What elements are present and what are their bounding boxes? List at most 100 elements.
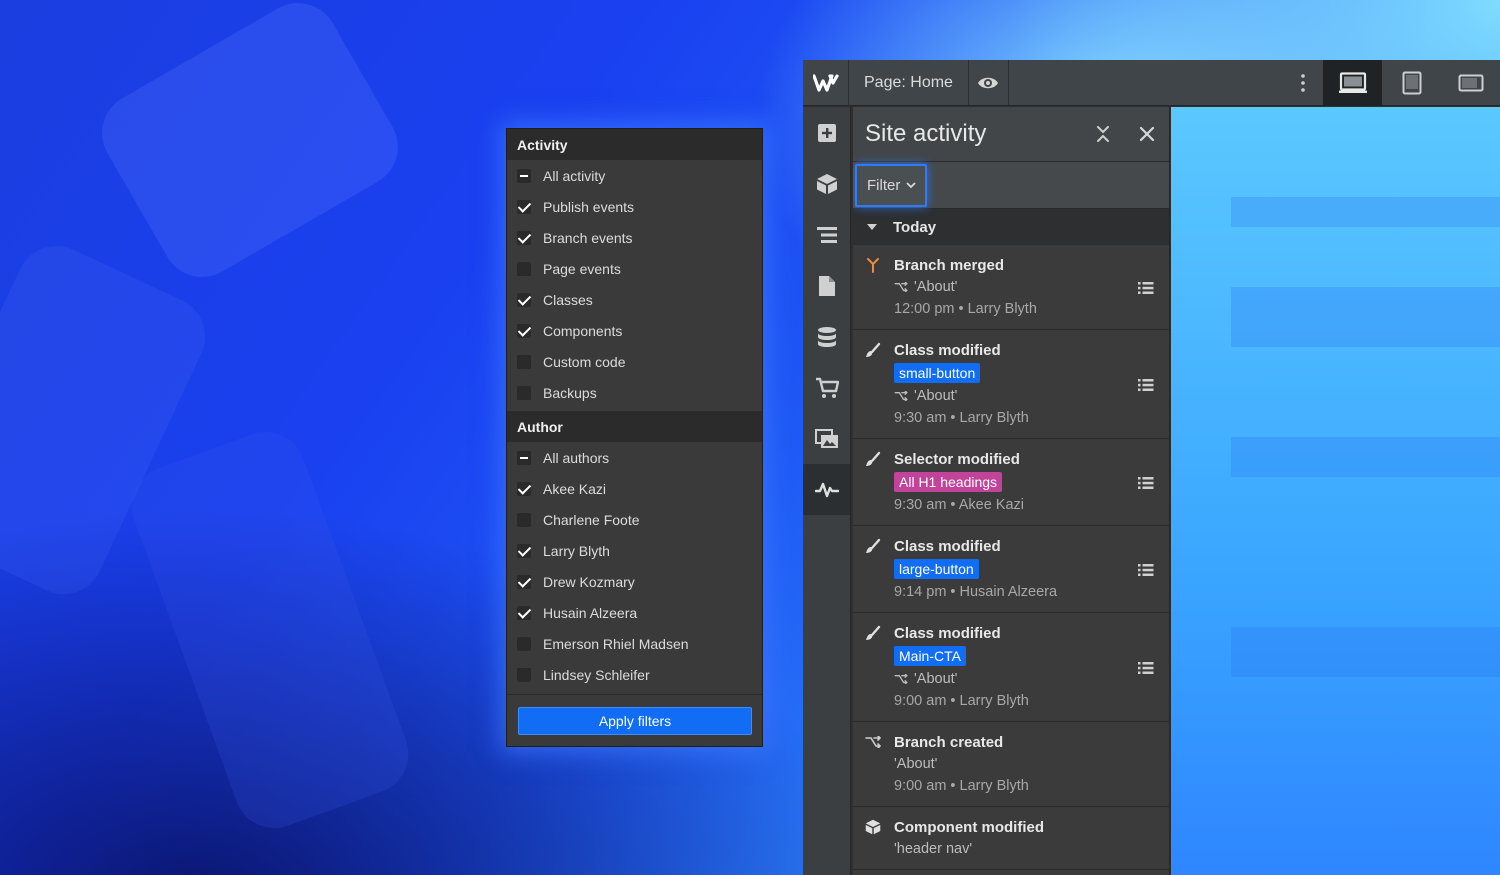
activity-item[interactable]: Class modified small-button 'About' 9:30 am… <box>853 330 1169 439</box>
target-name: 'header nav' <box>894 841 973 857</box>
collapse-icon[interactable] <box>1081 107 1125 162</box>
filter-option-label: Branch events <box>543 229 633 246</box>
brush-icon <box>865 342 881 358</box>
activity-item[interactable]: Branch created 'About' 9:00 am • Larry Bly… <box>853 722 1169 807</box>
branch-icon <box>865 734 881 750</box>
details-list-icon[interactable] <box>1137 660 1155 676</box>
design-canvas[interactable] <box>1171 107 1500 875</box>
page-selector[interactable]: Page: Home <box>849 59 969 106</box>
checkbox-checked[interactable] <box>517 605 531 620</box>
background-shape <box>0 232 219 608</box>
checkbox-indeterminate[interactable] <box>517 168 531 183</box>
activity-filter-option[interactable]: Publish events <box>507 191 762 222</box>
activity-filter-option[interactable]: Classes <box>507 284 762 315</box>
navigator-icon[interactable] <box>803 209 850 260</box>
checkbox-empty[interactable] <box>517 512 531 527</box>
activity-filter-option[interactable]: All activity <box>507 160 762 191</box>
author-section-header: Author <box>507 411 762 442</box>
class-tag[interactable]: All H1 headings <box>894 472 1003 492</box>
checkbox-checked[interactable] <box>517 543 531 558</box>
branch-line: 'About' <box>894 385 1169 407</box>
panel-title: Site activity <box>865 120 987 147</box>
components-icon[interactable] <box>803 158 850 209</box>
checkbox-empty[interactable] <box>517 385 531 400</box>
branch-name: 'About' <box>914 279 958 295</box>
webflow-logo-icon[interactable] <box>803 59 849 106</box>
checkbox-checked[interactable] <box>517 574 531 589</box>
details-list-icon[interactable] <box>1137 475 1155 491</box>
tablet-icon[interactable] <box>1382 60 1441 106</box>
author-filter-option[interactable]: Husain Alzeera <box>507 597 762 628</box>
group-label: Today <box>893 218 937 236</box>
activity-filter-option[interactable]: Branch events <box>507 222 762 253</box>
class-tag[interactable]: small-button <box>894 363 981 383</box>
activity-meta: 9:14 pm • Husain Alzeera <box>894 584 1058 600</box>
close-icon[interactable] <box>1125 107 1169 162</box>
checkbox-empty[interactable] <box>517 261 531 276</box>
author-filter-option[interactable]: Emerson Rhiel Madsen <box>507 628 762 659</box>
filter-option-label: Page events <box>543 260 621 277</box>
filter-button[interactable]: Filter <box>855 164 927 207</box>
brush-icon <box>865 451 881 467</box>
activity-list: Branch merged 'About' 12:00 pm • Larry Bly… <box>853 245 1169 870</box>
details-list-icon[interactable] <box>1137 562 1155 578</box>
activity-item[interactable]: Selector modified All H1 headings 9:30 am … <box>853 439 1169 526</box>
author-filter-option[interactable]: Akee Kazi <box>507 473 762 504</box>
details-list-icon[interactable] <box>1137 377 1155 393</box>
checkbox-indeterminate[interactable] <box>517 450 531 465</box>
author-filter-option[interactable]: Lindsey Schleifer <box>507 659 762 690</box>
author-filter-option[interactable]: Drew Kozmary <box>507 566 762 597</box>
group-header-today[interactable]: Today <box>853 209 1169 245</box>
mobile-landscape-icon[interactable] <box>1441 60 1500 106</box>
activity-meta: 9:00 am • Larry Blyth <box>894 778 1029 794</box>
activity-title: Class modified <box>894 342 1001 359</box>
branch-icon <box>894 282 908 292</box>
apply-filters-button[interactable]: Apply filters <box>518 707 752 735</box>
activity-title: Selector modified <box>894 451 1020 468</box>
activity-filter-option[interactable]: Custom code <box>507 346 762 377</box>
more-vertical-icon[interactable] <box>1283 60 1323 106</box>
activity-title: Class modified <box>894 538 1001 555</box>
add-icon[interactable] <box>803 107 850 158</box>
canvas-stripe <box>1231 197 1500 227</box>
activity-title: Branch created <box>894 734 1004 751</box>
activity-title: Class modified <box>894 625 1001 642</box>
cms-icon[interactable] <box>803 311 850 362</box>
pages-icon[interactable] <box>803 260 850 311</box>
activity-item[interactable]: Component modified 'header nav' <box>853 807 1169 870</box>
activity-icon[interactable] <box>803 464 850 515</box>
author-filter-option[interactable]: All authors <box>507 442 762 473</box>
class-tag[interactable]: large-button <box>894 559 979 579</box>
background-shape <box>120 420 420 840</box>
checkbox-empty[interactable] <box>517 667 531 682</box>
activity-item[interactable]: Branch merged 'About' 12:00 pm • Larry Bly… <box>853 245 1169 330</box>
activity-filter-option[interactable]: Components <box>507 315 762 346</box>
checkbox-checked[interactable] <box>517 199 531 214</box>
author-filter-option[interactable]: Larry Blyth <box>507 535 762 566</box>
activity-item[interactable]: Class modified Main-CTA 'About' 9:00 am • L… <box>853 613 1169 722</box>
activity-filter-option[interactable]: Backups <box>507 377 762 408</box>
class-tag[interactable]: Main-CTA <box>894 646 966 666</box>
activity-meta: 9:00 am • Larry Blyth <box>894 693 1029 709</box>
activity-filter-option[interactable]: Page events <box>507 253 762 284</box>
checkbox-empty[interactable] <box>517 354 531 369</box>
activity-item[interactable]: Class modified large-button 9:14 pm • Husa… <box>853 526 1169 613</box>
checkbox-checked[interactable] <box>517 323 531 338</box>
checkbox-checked[interactable] <box>517 230 531 245</box>
activity-section-header: Activity <box>507 129 762 160</box>
filter-option-label: Lindsey Schleifer <box>543 666 650 683</box>
filter-footer: Apply filters <box>507 694 762 746</box>
left-toolbar <box>803 107 851 875</box>
assets-icon[interactable] <box>803 413 850 464</box>
canvas-stripe <box>1231 437 1500 477</box>
details-list-icon[interactable] <box>1137 280 1155 296</box>
checkbox-empty[interactable] <box>517 636 531 651</box>
ecommerce-icon[interactable] <box>803 362 850 413</box>
desktop-icon[interactable] <box>1323 59 1382 106</box>
author-filter-option[interactable]: Charlene Foote <box>507 504 762 535</box>
tag-row: small-button <box>894 361 1169 385</box>
designer-window: Page: Home Site activity Filter Today Br… <box>803 59 1500 875</box>
checkbox-checked[interactable] <box>517 292 531 307</box>
eye-icon[interactable] <box>969 59 1009 106</box>
checkbox-checked[interactable] <box>517 481 531 496</box>
